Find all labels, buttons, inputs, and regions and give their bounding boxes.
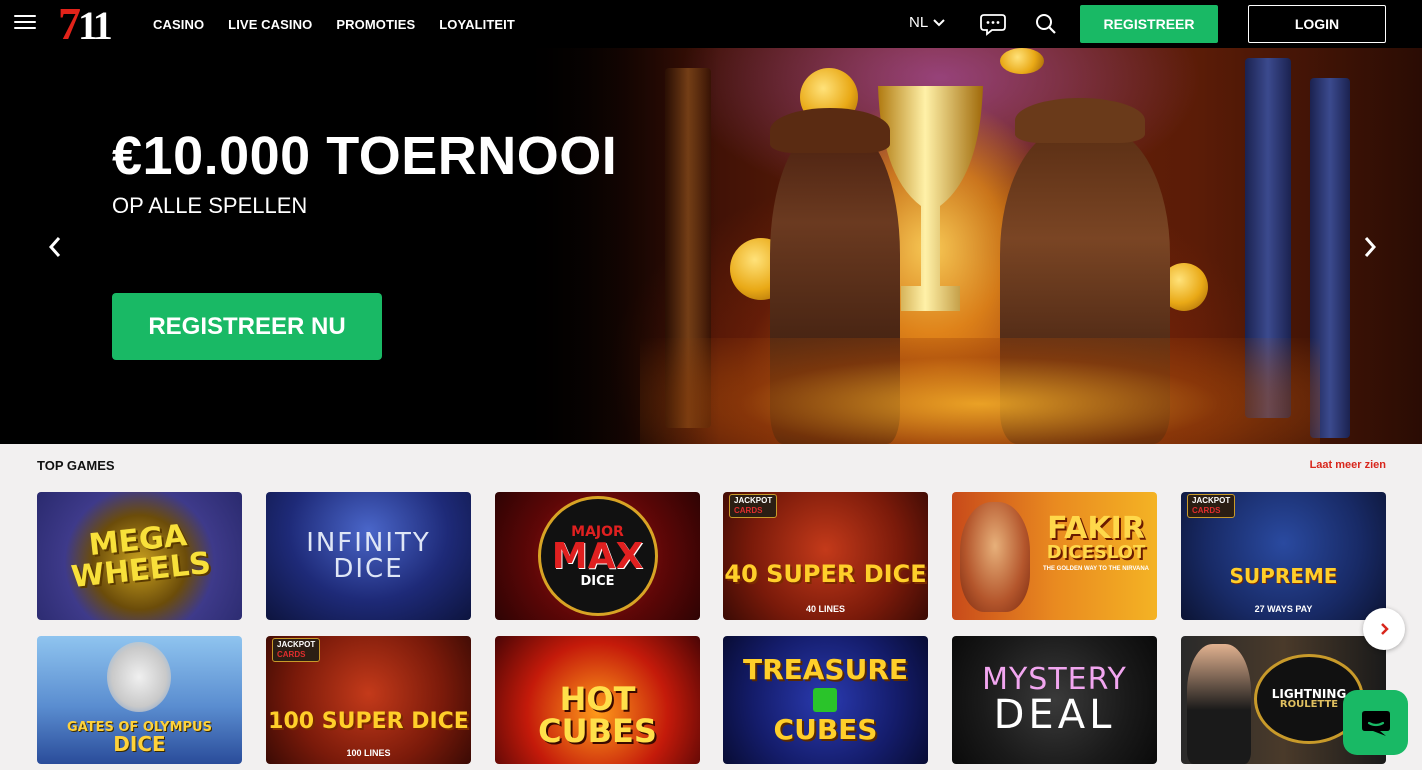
game-title: MEGA WHEELS bbox=[69, 518, 213, 596]
nav-live-casino[interactable]: LIVE CASINO bbox=[228, 17, 312, 32]
ways-label: 27 WAYS PAY bbox=[1254, 604, 1313, 614]
game-tile-fakir-diceslot[interactable]: FAKIR DICESLOT THE GOLDEN WAY TO THE NIR… bbox=[952, 492, 1157, 620]
support-chat-button[interactable] bbox=[1343, 690, 1408, 755]
chevron-down-icon bbox=[933, 18, 945, 26]
game-title-line2: CUBES bbox=[538, 712, 657, 750]
menu-icon[interactable] bbox=[14, 15, 36, 33]
language-label: NL bbox=[909, 14, 929, 31]
game-title: INFINITY DICE bbox=[306, 528, 431, 584]
jackpot-badge: JACKPOT CARDS bbox=[729, 494, 778, 518]
game-tile-supreme[interactable]: JACKPOT CARDS SUPREME 27 WAYS PAY bbox=[1181, 492, 1386, 620]
site-logo[interactable]: 711 bbox=[58, 1, 113, 48]
game-title-line2: DICESLOT bbox=[1046, 542, 1146, 563]
game-title-line2: ROULETTE bbox=[1279, 699, 1339, 710]
game-title-line2: DICE bbox=[113, 732, 166, 756]
games-next-button[interactable] bbox=[1363, 608, 1405, 650]
lines-label: 100 LINES bbox=[346, 748, 391, 758]
game-tile-mystery-deal[interactable]: MYSTERY DEAL bbox=[952, 636, 1157, 764]
game-tile-100-super-dice[interactable]: JACKPOT CARDS 100 SUPER DICE 100 LINES bbox=[266, 636, 471, 764]
chat-bubble-icon bbox=[1361, 710, 1390, 736]
chevron-right-icon[interactable] bbox=[1360, 235, 1380, 259]
game-title-line3: DICE bbox=[580, 573, 615, 589]
game-tile-infinity-dice[interactable]: INFINITY DICE bbox=[266, 492, 471, 620]
game-title: SUPREME bbox=[1229, 564, 1338, 588]
game-title-line2: CUBES bbox=[773, 713, 878, 746]
game-tagline: THE GOLDEN WAY TO THE NIRVANA bbox=[1042, 566, 1149, 572]
game-title-line1: FAKIR bbox=[1047, 511, 1145, 546]
game-tile-major-max-dice[interactable]: MAJOR MAX DICE bbox=[495, 492, 700, 620]
chevron-left-icon[interactable] bbox=[45, 235, 65, 259]
top-games-title: TOP GAMES bbox=[37, 458, 115, 473]
language-selector[interactable]: NL bbox=[909, 14, 946, 31]
see-more-link[interactable]: Laat meer zien bbox=[1310, 459, 1386, 471]
nav-promoties[interactable]: PROMOTIES bbox=[336, 17, 415, 32]
jackpot-badge: JACKPOT CARDS bbox=[272, 638, 321, 662]
game-title-line2: DEAL bbox=[993, 692, 1116, 738]
game-tile-treasure-cubes[interactable]: TREASURE CUBES bbox=[723, 636, 928, 764]
nav-loyaliteit[interactable]: LOYALITEIT bbox=[439, 17, 515, 32]
jackpot-badge: JACKPOT CARDS bbox=[1187, 494, 1236, 518]
game-title-line1: MYSTERY bbox=[982, 662, 1127, 697]
game-title-line1: HOT bbox=[559, 680, 636, 718]
game-tile-40-super-dice[interactable]: JACKPOT CARDS 40 SUPER DICE 40 LINES bbox=[723, 492, 928, 620]
main-nav: CASINO LIVE CASINO PROMOTIES LOYALITEIT bbox=[153, 0, 539, 48]
game-title: 40 SUPER DICE bbox=[724, 560, 927, 588]
register-now-button[interactable]: REGISTREER NU bbox=[112, 293, 382, 360]
hero-title: €10.000 TOERNOOI bbox=[112, 126, 618, 186]
top-header: 711 CASINO LIVE CASINO PROMOTIES LOYALIT… bbox=[0, 0, 1422, 48]
login-button[interactable]: LOGIN bbox=[1248, 5, 1386, 43]
game-tile-mega-wheels[interactable]: MEGA WHEELS bbox=[37, 492, 242, 620]
game-tile-gates-of-olympus-dice[interactable]: GATES OF OLYMPUS DICE bbox=[37, 636, 242, 764]
register-button[interactable]: REGISTREER bbox=[1080, 5, 1218, 43]
chat-icon[interactable] bbox=[980, 11, 1008, 37]
game-title-line2: MAX bbox=[551, 535, 644, 577]
game-title-line1: TREASURE bbox=[742, 653, 909, 686]
nav-casino[interactable]: CASINO bbox=[153, 17, 204, 32]
hero-banner: €10.000 TOERNOOI OP ALLE SPELLEN REGISTR… bbox=[0, 48, 1422, 444]
hero-subtitle: OP ALLE SPELLEN bbox=[112, 193, 308, 218]
search-icon[interactable] bbox=[1035, 13, 1057, 35]
chevron-right-icon bbox=[1381, 623, 1389, 635]
lines-label: 40 LINES bbox=[805, 604, 845, 614]
game-title: 100 SUPER DICE bbox=[268, 709, 469, 734]
game-tile-hot-cubes[interactable]: HOT CUBES bbox=[495, 636, 700, 764]
